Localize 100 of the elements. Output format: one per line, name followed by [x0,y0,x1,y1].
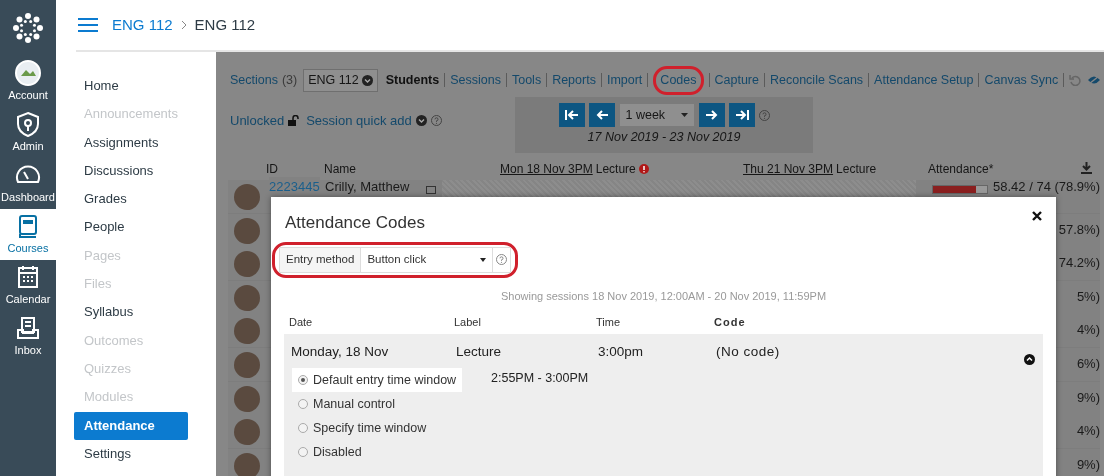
toolbar-link[interactable]: Reconcile Scans [770,71,864,90]
avatar [234,251,260,278]
previous-icon [594,109,609,121]
column-header[interactable]: Mon 18 Nov 3PM Lecture [500,160,649,178]
entry-window-option[interactable]: Disabled [292,440,463,464]
course-nav-link[interactable]: Settings [74,439,188,469]
course-nav-link[interactable]: Grades [74,185,188,214]
entry-window-option[interactable]: Manual control [292,392,463,416]
previous-button[interactable] [588,103,615,127]
chevron-down-icon[interactable] [415,115,427,126]
global-nav-item[interactable]: Admin [0,107,56,158]
menu-icon[interactable] [78,17,98,33]
note-icon [426,186,436,194]
attendance-value: 9%) [1076,388,1100,407]
entry-method-select[interactable]: Button click [361,247,494,272]
sections-link[interactable]: Sections [230,71,278,90]
option-label: Disabled [313,443,362,461]
toolbar-link[interactable]: Reports [552,71,596,90]
avatar [234,217,260,244]
session-quick-add-link[interactable]: Session quick add [306,110,412,131]
avatar [234,352,260,378]
course-nav-link[interactable]: Attendance [74,411,188,440]
global-nav-item[interactable]: Account [0,56,56,107]
global-nav-item[interactable]: Calendar [0,260,56,311]
first-icon [564,109,579,121]
session-time: 3:00pm [598,343,644,361]
toolbar-link[interactable]: Capture [714,71,759,90]
attendance-value: 9%) [1076,455,1100,474]
last-icon [734,109,749,121]
toolbar-link[interactable]: Import [606,71,643,90]
session-date: Monday, 18 Nov [291,343,389,361]
breadcrumb-link[interactable]: ENG 112 [112,13,173,37]
column-header: Code [714,315,746,330]
toolbar-link[interactable]: Canvas Sync [984,71,1059,90]
avatar [234,184,260,210]
sessions-note: Showing sessions 18 Nov 2019, 12:00AM - 20 Nov 2019, 11:59PM [499,288,828,304]
radio-button[interactable] [298,399,308,409]
last-button[interactable] [728,103,755,127]
session-code: (No code) [716,343,780,361]
avatar [234,318,260,345]
radio-button[interactable] [298,423,308,433]
unlocked-link[interactable]: Unlocked [230,110,285,131]
date-range: 17 Nov 2019 - 23 Nov 2019 [587,129,741,146]
attendance-value: 74.2%) [1058,254,1100,273]
chevron-up-icon[interactable] [1024,354,1035,365]
entry-method-label: Entry method [280,247,362,272]
toolbar-link[interactable]: Students [385,71,440,90]
course-nav-link[interactable]: Home [74,72,188,101]
avatar [234,284,260,311]
column-header[interactable]: ID [266,160,278,178]
attendance-value: 4%) [1076,422,1100,441]
avatar [234,385,260,412]
attendance-value: 4%) [1076,321,1100,340]
breadcrumb-current: ENG 112 [194,14,256,35]
column-header[interactable]: Thu 21 Nov 3PM Lecture [743,160,877,178]
avatar [234,419,260,446]
avatar-icon [15,59,41,86]
column-header: Label [454,315,481,330]
global-nav-item[interactable]: Dashboard [0,158,56,209]
student-name: Crilly, Matthew [325,178,410,196]
avatar [234,452,260,476]
close-icon[interactable] [1032,211,1042,221]
global-nav-item[interactable]: Courses [0,209,56,260]
global-nav-item[interactable]: Inbox [0,311,56,362]
radio-button[interactable] [298,375,308,385]
first-button[interactable] [558,103,585,127]
option-label: Default entry time window [313,371,457,389]
attendance-value: 57.8%) [1058,220,1100,239]
attendance-value: 6%) [1076,355,1100,373]
column-header[interactable]: Name [324,160,356,178]
help-icon[interactable] [430,115,442,126]
entry-window-option[interactable]: Specify time window [292,416,463,440]
radio-button[interactable] [298,447,308,457]
next-button[interactable] [698,103,725,127]
entry-window-option[interactable]: Default entry time window [292,368,463,392]
inbox-icon [15,314,41,341]
column-header: Time [596,315,621,330]
section-select[interactable]: ENG 112 [303,69,378,92]
course-nav-link[interactable]: Assignments [74,128,188,157]
course-nav-link[interactable]: Syllabus [74,298,188,327]
course-nav-link[interactable]: Discussions [74,156,188,186]
column-header[interactable]: Attendance* [928,160,994,178]
toolbar-link[interactable]: Codes [660,73,697,87]
help-icon[interactable] [496,254,508,265]
download-icon[interactable] [1081,162,1092,174]
logo-icon [11,11,45,45]
eye-icon[interactable] [1088,75,1100,86]
toolbar-link[interactable]: Tools [511,71,542,90]
entry-window-time: 2:55PM - 3:00PM [491,370,589,387]
session-label: Lecture [456,343,502,361]
chevron-right-icon [180,20,187,30]
column-header: Date [289,315,313,330]
course-nav-link[interactable]: People [74,213,188,242]
dialog-title: Attendance Codes [285,212,425,234]
calendar-icon [15,263,41,290]
next-icon [704,109,719,121]
sections-count: (3) [281,72,298,89]
toolbar-link[interactable]: Sessions [450,71,501,90]
period-select[interactable]: 1 week [618,103,695,127]
toolbar-link[interactable]: Attendance Setup [874,71,974,90]
